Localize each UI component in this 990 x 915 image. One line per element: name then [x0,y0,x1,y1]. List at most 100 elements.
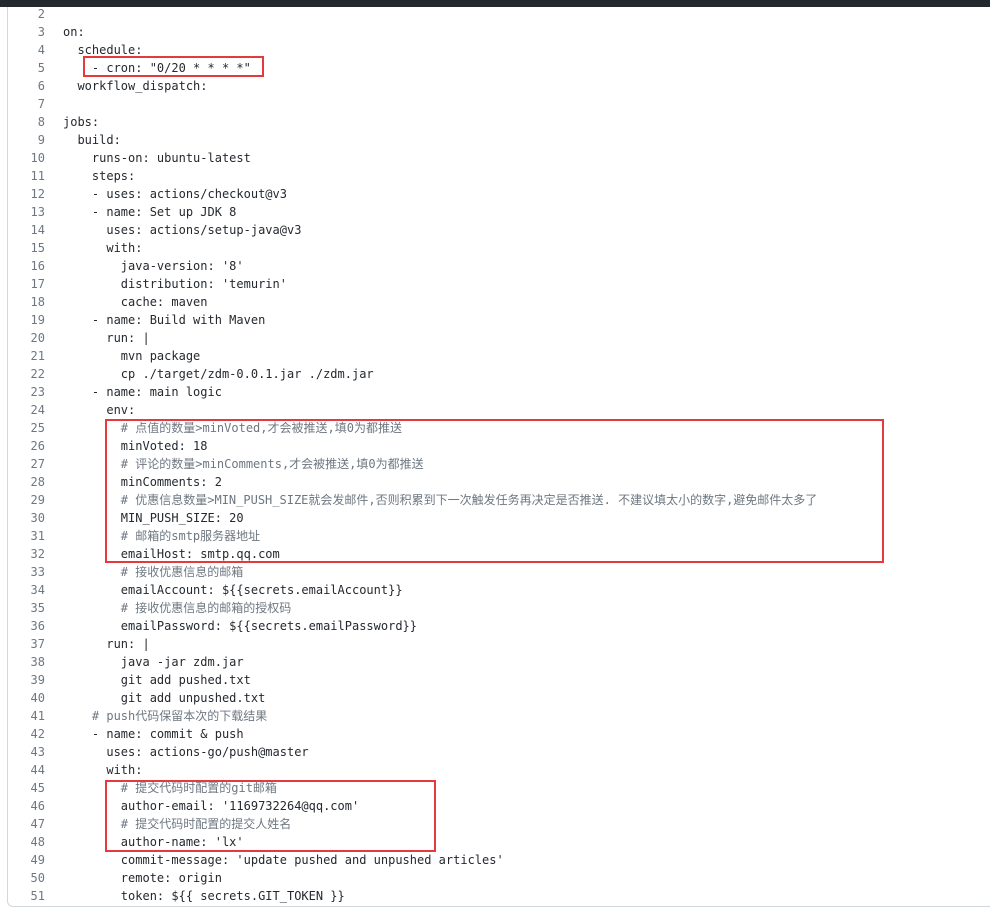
code-line: 36 emailPassword: ${{secrets.emailPasswo… [8,617,990,635]
code-text: commit-message: 'update pushed and unpus… [63,853,504,867]
line-number[interactable]: 49 [8,851,45,869]
code-text: build: [63,133,121,147]
code-line: 39 git add pushed.txt [8,671,990,689]
line-number[interactable]: 6 [8,77,45,95]
code-line: 50 remote: origin [8,869,990,887]
line-number[interactable]: 17 [8,275,45,293]
line-number[interactable]: 23 [8,383,45,401]
line-number[interactable]: 30 [8,509,45,527]
code-text: # 提交代码时配置的提交人姓名 [63,817,292,831]
code-line: 11 steps: [8,167,990,185]
code-text: distribution: 'temurin' [63,277,287,291]
line-number[interactable]: 14 [8,221,45,239]
line-number[interactable]: 51 [8,887,45,905]
code-text: mvn package [63,349,201,363]
line-number[interactable]: 13 [8,203,45,221]
line-number[interactable]: 39 [8,671,45,689]
code-text: schedule: [63,43,143,57]
line-number[interactable]: 16 [8,257,45,275]
code-line: 24 env: [8,401,990,419]
code-text: # 接收优惠信息的邮箱的授权码 [63,601,292,615]
code-text: emailAccount: ${{secrets.emailAccount}} [63,583,403,597]
code-line: 28 minComments: 2 [8,473,990,491]
line-number[interactable]: 29 [8,491,45,509]
code-text: author-name: 'lx' [63,835,244,849]
line-number[interactable]: 19 [8,311,45,329]
line-number[interactable]: 43 [8,743,45,761]
line-number[interactable]: 42 [8,725,45,743]
code-line: 21 mvn package [8,347,990,365]
line-number[interactable]: 9 [8,131,45,149]
line-number[interactable]: 18 [8,293,45,311]
line-number[interactable]: 44 [8,761,45,779]
code-text: # 提交代码时配置的git邮箱 [63,781,277,795]
code-text: - name: main logic [63,385,222,399]
code-line: 43 uses: actions-go/push@master [8,743,990,761]
line-number[interactable]: 48 [8,833,45,851]
line-number[interactable]: 28 [8,473,45,491]
line-number[interactable]: 36 [8,617,45,635]
line-number[interactable]: 33 [8,563,45,581]
code-line: 8 jobs: [8,113,990,131]
code-line: 45 # 提交代码时配置的git邮箱 [8,779,990,797]
line-number[interactable]: 25 [8,419,45,437]
line-number[interactable]: 3 [8,23,45,41]
line-number[interactable]: 41 [8,707,45,725]
code-line: 26 minVoted: 18 [8,437,990,455]
line-number[interactable]: 11 [8,167,45,185]
line-number[interactable]: 37 [8,635,45,653]
code-line: 32 emailHost: smtp.qq.com [8,545,990,563]
line-number[interactable]: 50 [8,869,45,887]
code-text: uses: actions-go/push@master [63,745,309,759]
line-number[interactable]: 45 [8,779,45,797]
line-number[interactable]: 46 [8,797,45,815]
code-text: with: [63,763,143,777]
code-line: 12 - uses: actions/checkout@v3 [8,185,990,203]
line-number[interactable]: 24 [8,401,45,419]
line-number[interactable]: 35 [8,599,45,617]
line-number[interactable]: 20 [8,329,45,347]
line-number[interactable]: 2 [8,7,45,23]
code-line: 14 uses: actions/setup-java@v3 [8,221,990,239]
line-number[interactable]: 8 [8,113,45,131]
code-line: 42 - name: commit & push [8,725,990,743]
line-number[interactable]: 4 [8,41,45,59]
code-text: emailPassword: ${{secrets.emailPassword}… [63,619,418,633]
code-text: - uses: actions/checkout@v3 [63,187,287,201]
line-number[interactable]: 26 [8,437,45,455]
code-line: 35 # 接收优惠信息的邮箱的授权码 [8,599,990,617]
line-number[interactable]: 27 [8,455,45,473]
line-number[interactable]: 15 [8,239,45,257]
code-text: # 优惠信息数量>MIN_PUSH_SIZE就会发邮件,否则积累到下一次触发任务… [63,493,818,507]
code-line: 20 run: | [8,329,990,347]
code-text: # 点值的数量>minVoted,才会被推送,填0为都推送 [63,421,402,435]
code-line: 49 commit-message: 'update pushed and un… [8,851,990,869]
line-number[interactable]: 22 [8,365,45,383]
line-number[interactable]: 12 [8,185,45,203]
code-viewer[interactable]: 2 3 on: 4 schedule: 5 - cron: "0/20 * * * *"… [7,7,990,907]
code-text: on: [63,25,85,39]
line-number[interactable]: 32 [8,545,45,563]
line-number[interactable]: 34 [8,581,45,599]
code-text: minVoted: 18 [63,439,208,453]
line-number[interactable]: 10 [8,149,45,167]
code-line: 27 # 评论的数量>minComments,才会被推送,填0为都推送 [8,455,990,473]
code-text: env: [63,403,136,417]
code-text: - name: Set up JDK 8 [63,205,237,219]
line-number[interactable]: 38 [8,653,45,671]
code-line: 46 author-email: '1169732264@qq.com' [8,797,990,815]
line-number[interactable]: 21 [8,347,45,365]
line-number[interactable]: 47 [8,815,45,833]
code-text: MIN_PUSH_SIZE: 20 [63,511,244,525]
line-number[interactable]: 7 [8,95,45,113]
code-text: uses: actions/setup-java@v3 [63,223,302,237]
code-lines: 2 3 on: 4 schedule: 5 - cron: "0/20 * * * *"… [8,7,990,905]
code-line: 25 # 点值的数量>minVoted,才会被推送,填0为都推送 [8,419,990,437]
code-line: 34 emailAccount: ${{secrets.emailAccount… [8,581,990,599]
line-number[interactable]: 40 [8,689,45,707]
code-text: java -jar zdm.jar [63,655,244,669]
line-number[interactable]: 31 [8,527,45,545]
line-number[interactable]: 5 [8,59,45,77]
code-text: # push代码保留本次的下载结果 [63,709,268,723]
